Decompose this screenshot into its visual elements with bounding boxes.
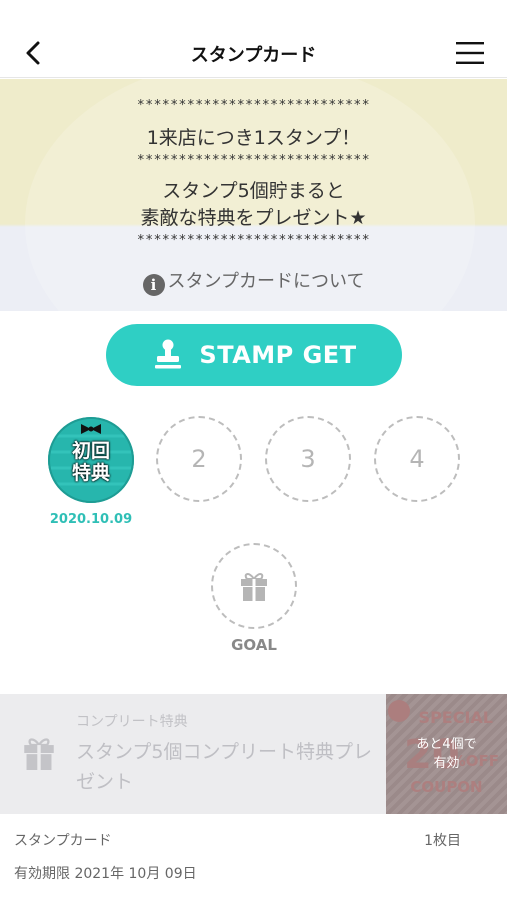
- page-title: スタンプカード: [190, 45, 317, 66]
- coupon-remaining-line-2: 有効: [433, 756, 460, 771]
- navigation-bar: スタンプカード: [0, 28, 507, 78]
- stamp-slot-2: 2: [156, 416, 242, 502]
- about-stamp-card-link[interactable]: i スタンプカードについて: [0, 267, 507, 296]
- stamp-slot-3: 3: [265, 416, 351, 502]
- first-visit-label-bottom: 特典: [71, 462, 110, 484]
- reward-category-label: コンプリート特典: [76, 714, 188, 730]
- info-icon: i: [142, 274, 165, 296]
- first-visit-label-top: 初回: [71, 440, 110, 462]
- stamp-get-label: STAMP GET: [199, 341, 357, 369]
- slot-number: 2: [191, 445, 207, 473]
- card-label: スタンプカード: [14, 833, 112, 849]
- gift-icon: [24, 738, 54, 770]
- card-count: 1枚目: [424, 833, 461, 849]
- stamp-slot-1: 初回 特典: [47, 416, 135, 504]
- banner-stars-bottom: ****************************: [136, 233, 371, 248]
- menu-button[interactable]: [455, 40, 485, 66]
- expiry-date: 有効期限 2021年 10月 09日: [14, 866, 197, 882]
- stamp-date: 2020.10.09: [49, 512, 133, 527]
- reward-title: スタンプ5個コンプリート特典プレゼント: [76, 741, 372, 793]
- stamp-slot-4: 4: [374, 416, 460, 502]
- coupon-thumbnail[interactable]: SPECIAL 20 %OFF COUPON あと4個で 有効: [386, 694, 507, 814]
- first-visit-stamp-label: 初回 特典: [47, 440, 135, 484]
- banner-line-3: 素敵な特典をプレゼント★: [140, 207, 367, 229]
- stamp-get-button[interactable]: STAMP GET: [106, 324, 402, 386]
- hamburger-menu-icon: [456, 42, 484, 64]
- banner-stars-middle: ****************************: [136, 153, 371, 168]
- banner-line-1: 1来店につき1スタンプ！: [146, 127, 361, 149]
- gift-icon: [241, 573, 267, 601]
- coupon-remaining-text: あと4個で 有効: [386, 735, 507, 773]
- coupon-remaining-line-1: あと4個で: [416, 737, 477, 752]
- reward-gift-icon-wrapper: [22, 734, 56, 776]
- status-bar: [0, 0, 507, 28]
- banner-line-2: スタンプ5個貯まると: [162, 180, 345, 202]
- info-banner: **************************** 1来店につき1スタンプ…: [0, 79, 507, 311]
- slot-number: 3: [300, 445, 316, 473]
- slot-number: 4: [409, 445, 425, 473]
- complete-reward-panel[interactable]: コンプリート特典 スタンプ5個コンプリート特典プレゼント SPECIAL 20 …: [0, 694, 507, 814]
- goal-label: GOAL: [231, 636, 277, 654]
- banner-stars-top: ****************************: [136, 98, 371, 113]
- stamp-icon: [155, 339, 182, 369]
- about-link-label: スタンプカードについて: [167, 271, 365, 292]
- stamp-slot-goal: [211, 543, 297, 629]
